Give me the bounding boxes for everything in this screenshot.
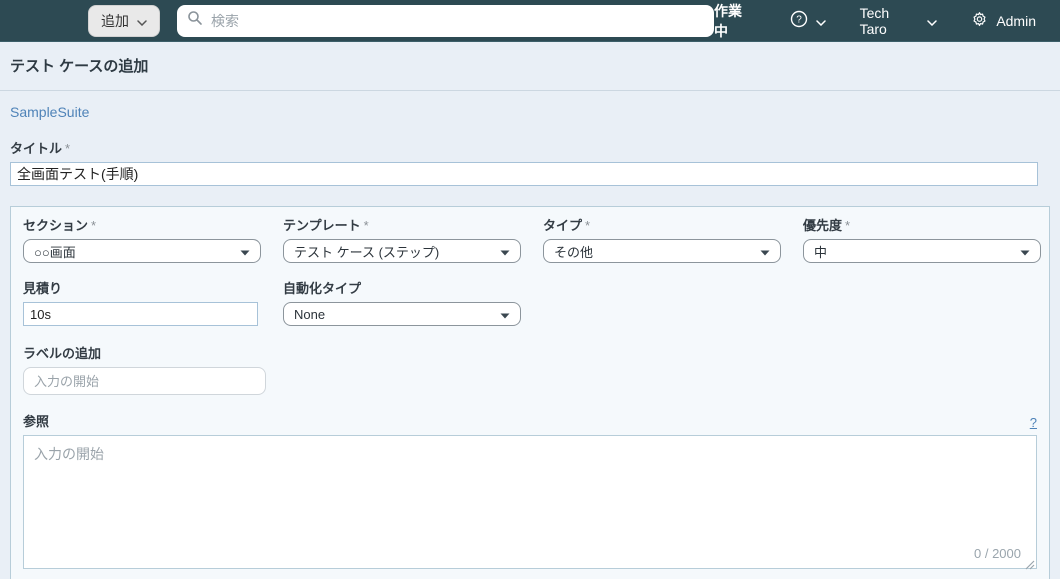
estimate-field: 見積り bbox=[23, 278, 283, 326]
automation-type-select-value: None bbox=[294, 306, 326, 322]
add-button[interactable]: 追加 bbox=[88, 4, 160, 37]
template-select-value: テスト ケース (ステップ) bbox=[294, 244, 440, 260]
references-help-link[interactable]: ? bbox=[1030, 415, 1037, 430]
dropdown-arrow-icon bbox=[500, 244, 510, 259]
type-field: タイプ * その他 bbox=[543, 215, 803, 263]
case-fields-panel: セクション * ○○画面 テンプレート * テスト ケース (ステップ) タイプ * … bbox=[10, 206, 1050, 579]
page-header: テスト ケースの追加 bbox=[0, 42, 1060, 91]
priority-field: 優先度 * 中 bbox=[803, 215, 1060, 263]
required-mark: * bbox=[363, 218, 369, 233]
template-select[interactable]: テスト ケース (ステップ) bbox=[283, 239, 521, 263]
automation-type-field: 自動化タイプ None bbox=[283, 278, 543, 326]
search-input[interactable] bbox=[211, 12, 704, 29]
references-textarea-wrap: 0 / 2000 bbox=[23, 435, 1037, 570]
field-row-3: ラベルの追加 bbox=[23, 343, 1037, 395]
estimate-input[interactable] bbox=[23, 302, 258, 326]
automation-type-label: 自動化タイプ bbox=[283, 281, 362, 296]
section-select-value: ○○画面 bbox=[34, 244, 76, 260]
help-menu[interactable]: ? bbox=[790, 10, 826, 31]
section-field: セクション * ○○画面 bbox=[23, 215, 283, 263]
add-button-label: 追加 bbox=[101, 12, 129, 29]
type-label: タイプ * bbox=[543, 218, 591, 233]
chevron-down-icon bbox=[137, 13, 147, 29]
svg-text:?: ? bbox=[796, 15, 802, 26]
labels-label: ラベルの追加 bbox=[23, 346, 102, 361]
required-mark: * bbox=[91, 218, 97, 233]
dropdown-arrow-icon bbox=[760, 244, 770, 259]
dropdown-arrow-icon bbox=[240, 244, 250, 259]
breadcrumb: SampleSuite bbox=[10, 104, 1050, 120]
required-mark: * bbox=[845, 218, 851, 233]
field-row-2: 見積り 自動化タイプ None bbox=[23, 278, 1037, 326]
references-header: 参照 ? bbox=[23, 411, 1037, 430]
title-input[interactable] bbox=[10, 162, 1038, 186]
template-field: テンプレート * テスト ケース (ステップ) bbox=[283, 215, 543, 263]
priority-select-value: 中 bbox=[814, 244, 828, 260]
section-label: セクション * bbox=[23, 218, 97, 233]
required-mark: * bbox=[585, 218, 591, 233]
admin-label: Admin bbox=[996, 12, 1036, 29]
automation-type-select[interactable]: None bbox=[283, 302, 521, 326]
breadcrumb-suite-link[interactable]: SampleSuite bbox=[10, 104, 89, 120]
admin-menu[interactable]: Admin bbox=[971, 11, 1036, 31]
help-icon: ? bbox=[790, 10, 808, 31]
field-row-1: セクション * ○○画面 テンプレート * テスト ケース (ステップ) タイプ * … bbox=[23, 215, 1041, 263]
section-select[interactable]: ○○画面 bbox=[23, 239, 261, 263]
type-select-value: その他 bbox=[554, 244, 594, 260]
title-label: タイトル * bbox=[10, 141, 71, 156]
search-icon bbox=[187, 10, 203, 31]
resize-handle-icon[interactable] bbox=[1025, 557, 1035, 570]
dropdown-arrow-icon bbox=[500, 307, 510, 322]
page-title: テスト ケースの追加 bbox=[10, 58, 149, 75]
top-navigation-bar: 追加 作業中 ? Tech Taro bbox=[0, 0, 1060, 42]
search-box[interactable] bbox=[177, 4, 714, 37]
template-label: テンプレート * bbox=[283, 218, 369, 233]
references-textarea[interactable] bbox=[23, 435, 1037, 569]
labels-input[interactable] bbox=[23, 367, 266, 395]
chevron-down-icon bbox=[927, 13, 938, 29]
estimate-label: 見積り bbox=[23, 281, 63, 296]
priority-select[interactable]: 中 bbox=[803, 239, 1041, 263]
labels-field: ラベルの追加 bbox=[23, 343, 283, 395]
chevron-down-icon bbox=[815, 13, 826, 29]
topbar-right-group: 作業中 ? Tech Taro Admin bbox=[714, 1, 1036, 41]
user-menu[interactable]: Tech Taro bbox=[860, 5, 938, 37]
required-mark: * bbox=[65, 141, 71, 156]
gear-icon bbox=[971, 11, 988, 31]
user-name: Tech Taro bbox=[859, 4, 890, 37]
status-badge[interactable]: 作業中 bbox=[714, 1, 756, 41]
references-label: 参照 bbox=[23, 414, 50, 429]
title-field-block: タイトル * bbox=[10, 138, 1038, 186]
dropdown-arrow-icon bbox=[1020, 244, 1030, 259]
references-field: 参照 ? 0 / 2000 bbox=[23, 411, 1037, 570]
type-select[interactable]: その他 bbox=[543, 239, 781, 263]
priority-label: 優先度 * bbox=[803, 218, 851, 233]
